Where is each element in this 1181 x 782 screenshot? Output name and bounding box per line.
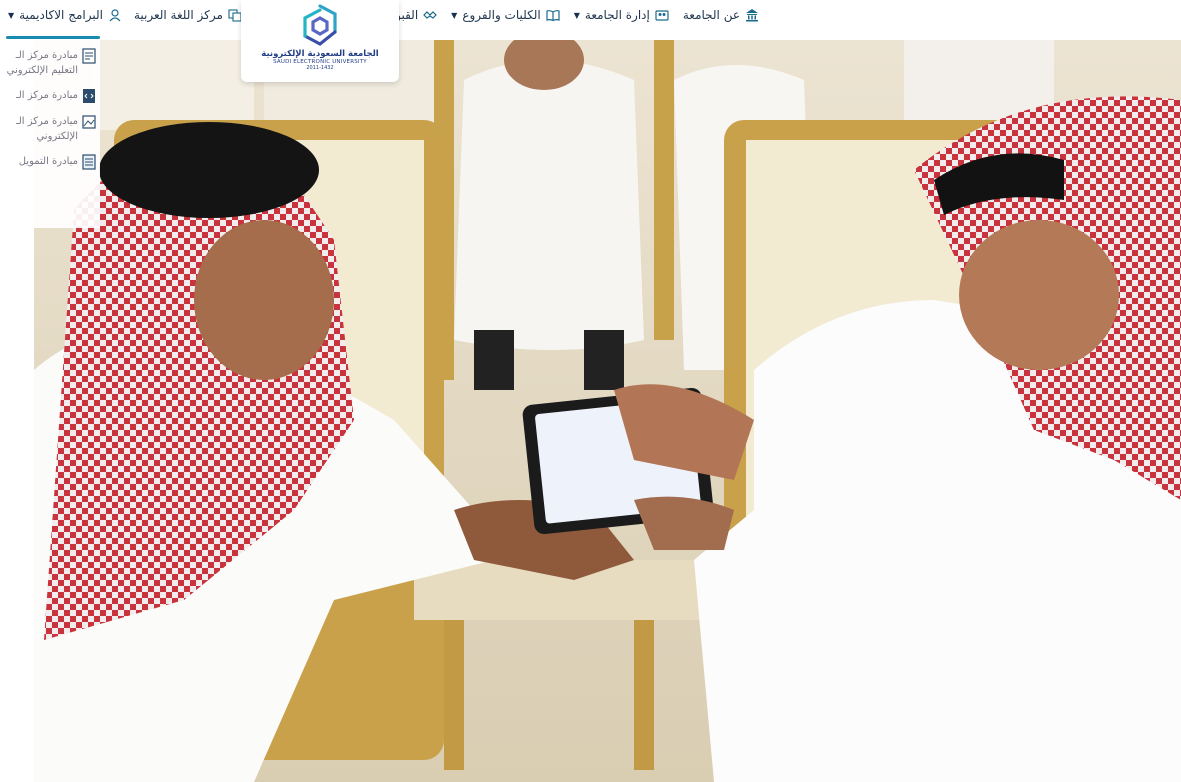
nav-arabic-language-center[interactable]: مركز اللغة العربية — [134, 8, 242, 22]
code-file-icon — [82, 88, 96, 104]
document-icon — [82, 48, 96, 64]
handshake-icon — [423, 8, 438, 22]
language-center-icon — [228, 8, 242, 22]
nav-university-management[interactable]: إدارة الجامعة ▼ — [574, 8, 669, 22]
chevron-down-icon: ▼ — [8, 10, 15, 20]
nav-about-university-label: عن الجامعة — [682, 8, 740, 22]
academic-programs-dropdown: مبادرة مركز الـ التعليم الإلكتروني مبادر… — [0, 40, 100, 228]
dropdown-item-line1: مبادرة مركز الـ — [15, 90, 78, 101]
dropdown-item-center-code[interactable]: مبادرة مركز الـ — [4, 88, 96, 104]
dropdown-item-line1: مبادرة مركز الـ — [15, 50, 78, 61]
logo-years: 2011-1432 — [306, 65, 334, 71]
building-columns-icon — [745, 8, 759, 22]
hero-photo — [34, 40, 1181, 782]
ledger-icon — [82, 154, 96, 170]
nav-academic-programs-label: البرامج الاكاديمية — [19, 8, 103, 22]
dropdown-item-line1: مبادرة مركز الـ — [15, 116, 78, 127]
nav-university-management-label: إدارة الجامعة — [584, 8, 650, 22]
dropdown-item-line1: مبادرة التمويل — [18, 156, 78, 167]
secondary-nav: مركز اللغة العربية البرامج الاكاديمية ▼ — [8, 8, 242, 22]
image-frame-icon — [82, 114, 96, 130]
university-logo[interactable]: الجامعة السعودية الإلكترونية SAUDI ELECT… — [241, 0, 399, 82]
nav-arabic-language-center-label: مركز اللغة العربية — [133, 8, 223, 22]
top-navigation-bar: عن الجامعة إدارة الجامعة ▼ الكليات والفر… — [0, 0, 1181, 40]
dropdown-item-elearning-center[interactable]: مبادرة مركز الـ التعليم الإلكتروني — [4, 48, 96, 78]
dropdown-item-center-electronic[interactable]: مبادرة مركز الـ الإلكتروني — [4, 114, 96, 144]
dropdown-item-line2: الإلكتروني — [36, 131, 78, 142]
dropdown-item-line2: التعليم الإلكتروني — [6, 65, 78, 76]
chevron-down-icon: ▼ — [451, 10, 458, 20]
logo-name-arabic: الجامعة السعودية الإلكترونية — [261, 49, 379, 59]
hero-photo-illustration — [34, 40, 1181, 782]
dropdown-item-funding[interactable]: مبادرة التمويل — [4, 154, 96, 170]
active-nav-indicator — [6, 36, 100, 39]
open-book-icon — [546, 8, 560, 22]
people-icon — [655, 8, 669, 22]
university-logo-mark — [303, 4, 337, 46]
nav-colleges-branches[interactable]: الكليات والفروع ▼ — [451, 8, 560, 22]
graduate-icon — [108, 8, 122, 22]
primary-nav: عن الجامعة إدارة الجامعة ▼ الكليات والفر… — [387, 8, 759, 22]
nav-colleges-branches-label: الكليات والفروع — [462, 8, 541, 22]
nav-academic-programs[interactable]: البرامج الاكاديمية ▼ — [8, 8, 122, 22]
nav-about-university[interactable]: عن الجامعة — [683, 8, 759, 22]
chevron-down-icon: ▼ — [573, 10, 580, 20]
